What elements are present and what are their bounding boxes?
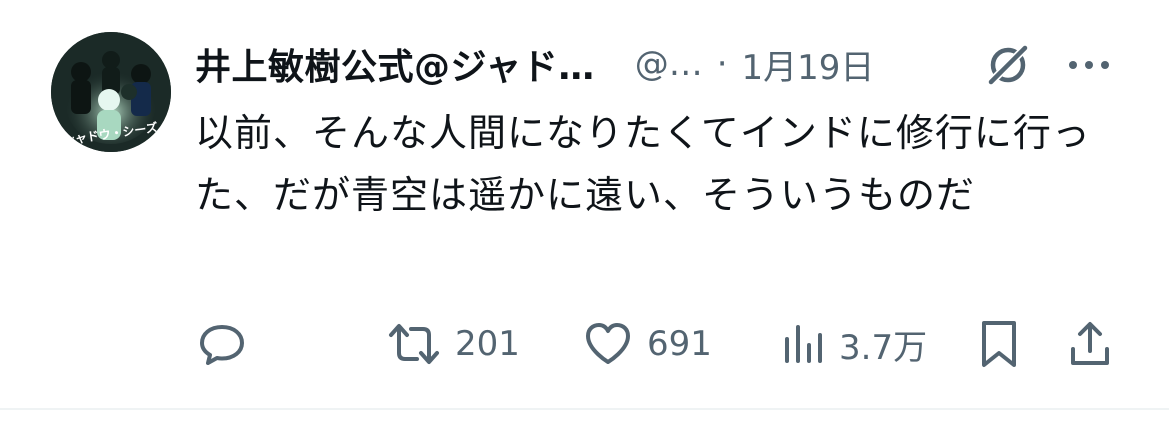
action-bar: 201 691 3.7万 xyxy=(195,316,1125,372)
more-options-icon[interactable] xyxy=(1065,50,1113,80)
timestamp[interactable]: 1月19日 xyxy=(742,40,875,89)
reply-icon xyxy=(200,325,244,365)
avatar[interactable]: シャドウ・シーズ xyxy=(51,32,171,152)
reply-button[interactable] xyxy=(195,316,249,372)
retweet-button[interactable]: 201 xyxy=(385,316,520,372)
grok-icon[interactable] xyxy=(985,42,1031,88)
tweet-header: 井上敏樹公式@ジャド… @… · 1月19日 xyxy=(195,36,1135,92)
retweet-count: 201 xyxy=(455,324,520,364)
like-button[interactable]: 691 xyxy=(581,316,712,372)
views-count: 3.7万 xyxy=(839,327,928,368)
share-button[interactable] xyxy=(1065,316,1115,372)
heart-icon xyxy=(586,323,630,364)
separator-dot: · xyxy=(716,44,728,84)
views-button[interactable]: 3.7万 xyxy=(781,316,927,372)
tweet[interactable]: シャドウ・シーズ 井上敏樹公式@ジャド… @… · 1月19日 以前、そんな人間… xyxy=(0,0,1169,410)
like-count: 691 xyxy=(647,324,712,364)
views-icon xyxy=(785,325,822,363)
bookmark-icon xyxy=(982,321,1016,367)
share-icon xyxy=(1071,322,1109,365)
bookmark-button[interactable] xyxy=(977,316,1021,372)
avatar-image: シャドウ・シーズ xyxy=(51,32,171,152)
user-handle[interactable]: @… xyxy=(635,44,703,84)
tweet-text: 以前、そんな人間になりたくてインドに修行に行った、だが青空は遥かに遠い、そういう… xyxy=(195,111,1091,217)
retweet-icon xyxy=(389,324,439,364)
display-name[interactable]: 井上敏樹公式@ジャド… xyxy=(195,38,595,90)
